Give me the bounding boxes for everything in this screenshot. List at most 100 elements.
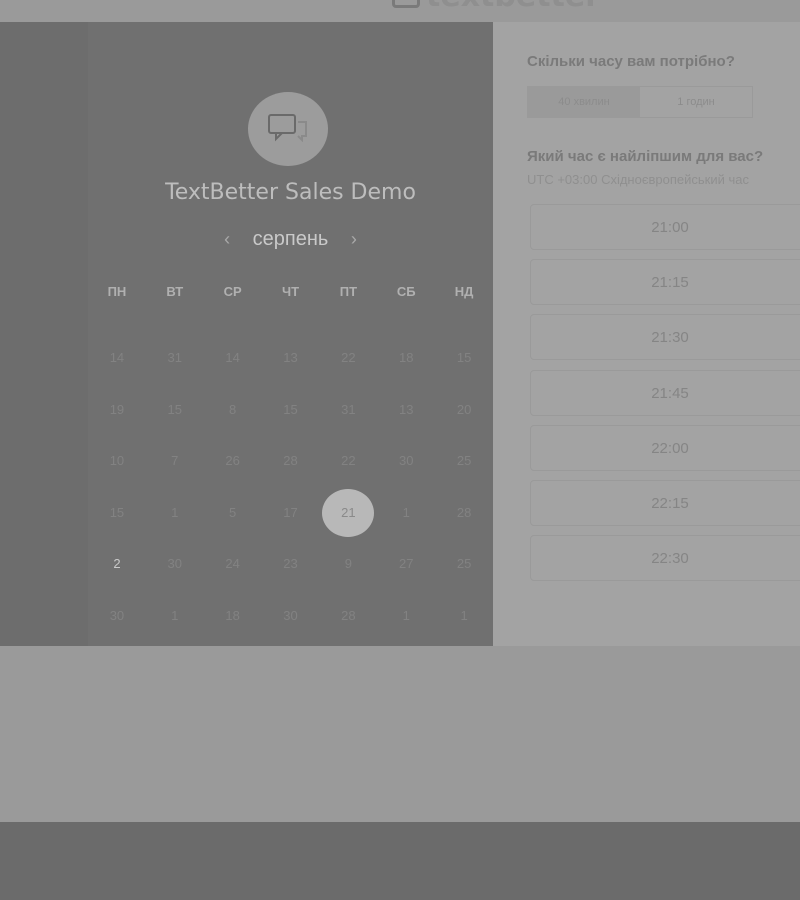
weekday-sun: НД — [454, 284, 474, 299]
calendar-day-number: 25 — [456, 556, 472, 571]
calendar-day[interactable]: 28 — [319, 590, 377, 642]
calendar-day-number: 25 — [456, 453, 472, 468]
calendar-day[interactable]: 1 — [377, 590, 435, 642]
calendar-day-number: 22 — [341, 453, 356, 468]
duration-option-40min[interactable]: 40 хвилин — [528, 87, 640, 117]
calendar-day[interactable]: 25 — [435, 435, 493, 487]
time-slot-button[interactable]: 22:15 — [530, 480, 800, 526]
calendar-day[interactable]: 30 — [377, 435, 435, 487]
calendar-day[interactable]: 2 — [88, 538, 146, 590]
calendar-day[interactable]: 30 — [88, 590, 146, 642]
chevron-right-icon[interactable]: › — [346, 229, 362, 250]
calendar-day-number: 15 — [283, 401, 298, 417]
calendar-week-row: 19 15 8 15 31 13 20 — [88, 384, 493, 436]
calendar-day-number: 8 — [229, 401, 237, 417]
time-question: Який час є найліпшим для вас? — [527, 148, 764, 165]
calendar-day[interactable]: 15 — [146, 384, 204, 436]
month-navigation: ‹ серпень › — [88, 228, 493, 251]
duration-option-1h[interactable]: 1 годин — [640, 87, 752, 117]
weekday-wed: СР — [223, 284, 242, 299]
calendar-day[interactable]: 28 — [262, 435, 320, 487]
duration-selector: 40 хвилин 1 годин — [527, 86, 753, 118]
footer-area — [0, 646, 800, 822]
calendar-day[interactable]: 25 — [435, 538, 493, 590]
calendar-day-number: 20 — [456, 401, 472, 417]
calendar-day[interactable]: 18 — [204, 590, 262, 642]
chevron-left-icon[interactable]: ‹ — [219, 229, 235, 250]
calendar-day[interactable]: 21 — [319, 487, 377, 539]
event-title: TextBetter Sales Demo — [165, 180, 416, 205]
calendar-day[interactable]: 23 — [262, 538, 320, 590]
calendar-day-number: 28 — [456, 504, 472, 520]
weekday-sat: СБ — [396, 284, 416, 299]
time-slot-button[interactable]: 21:00 — [530, 204, 800, 250]
calendar-day-number: 15 — [456, 350, 472, 365]
calendar-day[interactable]: 5 — [204, 487, 262, 539]
calendar-day[interactable]: 30 — [262, 590, 320, 642]
calendar-day[interactable]: 14 — [204, 332, 262, 384]
calendar-day[interactable]: 26 — [204, 435, 262, 487]
calendar-day[interactable]: 17 — [262, 487, 320, 539]
calendar-day-number: 1 — [402, 607, 410, 623]
calendar-day[interactable]: 18 — [377, 332, 435, 384]
calendar-day-number: 30 — [109, 607, 125, 623]
calendar-day[interactable]: 14 — [88, 332, 146, 384]
weekday-tue: ВТ — [166, 284, 184, 299]
time-slot-button[interactable]: 22:30 — [530, 535, 800, 582]
calendar-day-number: 10 — [109, 453, 125, 468]
calendar-day[interactable]: 30 — [146, 538, 204, 590]
calendar-day[interactable]: 1 — [377, 487, 435, 539]
timezone-label[interactable]: UTC +03:00 Східноєвропейський час — [527, 172, 749, 187]
calendar-day[interactable]: 10 — [88, 435, 146, 487]
weekday-fri: ПТ — [339, 284, 358, 299]
calendar-day-number: 21 — [341, 504, 356, 520]
time-slot-button[interactable]: 22:00 — [530, 424, 800, 471]
calendar-day[interactable]: 31 — [146, 332, 204, 384]
calendar-day[interactable]: 22 — [319, 435, 377, 487]
calendar-day-number: 18 — [398, 350, 414, 365]
calendar-day[interactable]: 28 — [435, 487, 493, 539]
time-slot-button[interactable]: 21:15 — [530, 259, 800, 306]
calendar-day[interactable]: 9 — [319, 538, 377, 590]
calendar-day-number: 14 — [225, 350, 240, 365]
footer-bar — [0, 822, 800, 900]
calendar-day-number: 28 — [283, 453, 298, 468]
calendar-day[interactable]: 27 — [377, 538, 435, 590]
chat-bubble-icon — [392, 0, 420, 8]
calendar-day-number: 1 — [171, 504, 179, 520]
calendar-day[interactable]: 13 — [377, 384, 435, 436]
calendar-day-number: 2 — [113, 556, 121, 571]
calendar-day[interactable]: 22 — [319, 332, 377, 384]
calendar-day[interactable]: 15 — [435, 332, 493, 384]
calendar-day-number: 15 — [109, 504, 125, 520]
calendar-day-number: 14 — [109, 350, 125, 365]
calendar-day[interactable]: 20 — [435, 384, 493, 436]
calendar-day[interactable]: 31 — [319, 384, 377, 436]
calendar-day-number: 31 — [341, 401, 356, 417]
calendar-day[interactable]: 1 — [146, 590, 204, 642]
calendar-day[interactable]: 24 — [204, 538, 262, 590]
calendar-day-number: 17 — [283, 504, 298, 520]
calendar-day-number: 15 — [167, 401, 183, 417]
calendar-day-number: 28 — [341, 607, 356, 623]
calendar-day-number: 30 — [167, 556, 183, 571]
calendar-day[interactable]: 13 — [262, 332, 320, 384]
calendar-day[interactable]: 8 — [204, 384, 262, 436]
calendar-day[interactable]: 15 — [88, 487, 146, 539]
weekday-header: ПН ВТ СР ЧТ ПТ СБ НД — [88, 284, 493, 299]
calendar-week-row: 10 7 26 28 22 30 25 — [88, 435, 493, 487]
time-slot-button[interactable]: 21:30 — [530, 314, 800, 361]
calendar-day[interactable]: 7 — [146, 435, 204, 487]
calendar-day-number: 30 — [283, 607, 298, 623]
calendar-day-number: 23 — [283, 556, 298, 571]
calendar-day[interactable]: 1 — [146, 487, 204, 539]
calendar-day-number: 5 — [229, 504, 237, 520]
calendar-day[interactable]: 19 — [88, 384, 146, 436]
calendar-week-row: 14 31 14 13 22 18 15 — [88, 332, 493, 384]
calendar-week-row: 2 30 24 23 9 27 25 — [88, 538, 493, 590]
calendar-day[interactable]: 15 — [262, 384, 320, 436]
chat-bubbles-icon — [268, 114, 307, 142]
calendar-day[interactable]: 1 — [435, 590, 493, 642]
calendar-week-row: 30 1 18 30 28 1 1 — [88, 590, 493, 642]
time-slot-button[interactable]: 21:45 — [530, 369, 800, 416]
